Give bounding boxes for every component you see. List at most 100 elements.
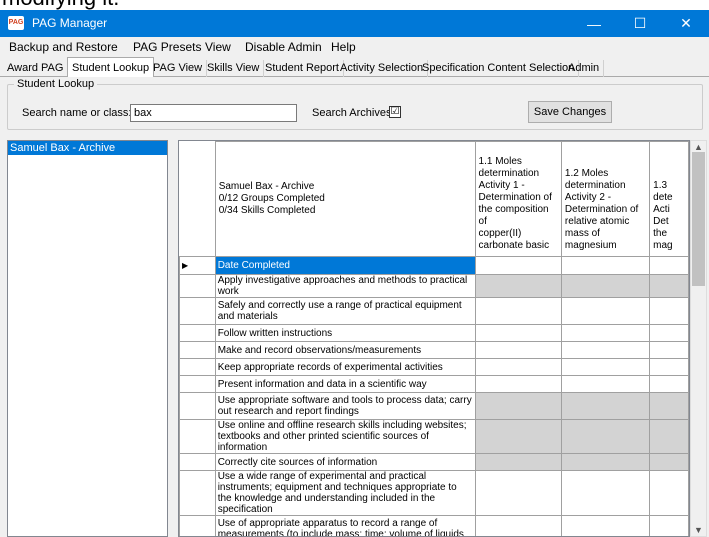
menu-bar: Backup and Restore PAG Presets View Disa… bbox=[0, 37, 709, 57]
grid-cell[interactable] bbox=[474, 470, 562, 516]
grid-cell[interactable] bbox=[474, 341, 562, 359]
grid-cell[interactable] bbox=[560, 324, 651, 342]
tab-admin[interactable]: Admin bbox=[564, 60, 605, 77]
row-header bbox=[179, 375, 216, 393]
student-summary: Samuel Bax - Archive 0/12 Groups Complet… bbox=[218, 181, 325, 216]
row-header bbox=[179, 324, 216, 342]
tab-specification-content-selection[interactable]: Specification Content Selection bbox=[418, 60, 580, 77]
scroll-down-arrow-icon[interactable]: ▼ bbox=[694, 525, 703, 535]
grid-cell[interactable] bbox=[649, 470, 689, 516]
grid-cell[interactable] bbox=[649, 256, 689, 275]
row-header bbox=[179, 419, 216, 454]
tab-student-lookup[interactable]: Student Lookup bbox=[67, 57, 155, 78]
grid-cell bbox=[649, 419, 689, 454]
close-button[interactable]: ✕ bbox=[663, 10, 709, 37]
student-results-list[interactable] bbox=[7, 140, 168, 537]
grid-cell[interactable] bbox=[560, 375, 651, 393]
menu-view[interactable]: View bbox=[205, 40, 231, 54]
row-label[interactable]: Use a wide range of experimental and pra… bbox=[214, 470, 476, 516]
table-row[interactable]: Correctly cite sources of information bbox=[179, 453, 689, 471]
row-label[interactable]: Use appropriate software and tools to pr… bbox=[214, 392, 476, 420]
corner-header bbox=[179, 141, 216, 257]
menu-pag-presets[interactable]: PAG Presets bbox=[133, 40, 201, 54]
table-row[interactable]: Make and record observations/measurement… bbox=[179, 341, 689, 359]
tab-student-report[interactable]: Student Report bbox=[261, 60, 344, 77]
grid-cell[interactable] bbox=[474, 358, 562, 376]
table-row[interactable]: ▶ Date Completed bbox=[179, 256, 689, 275]
minimize-button[interactable]: — bbox=[571, 10, 617, 37]
menu-backup-restore[interactable]: Backup and Restore bbox=[9, 40, 118, 54]
grid-cell[interactable] bbox=[560, 341, 651, 359]
current-row-marker: ▶ bbox=[179, 256, 216, 275]
grid-cell[interactable] bbox=[649, 297, 689, 325]
tab-skills-view[interactable]: Skills View bbox=[203, 60, 265, 77]
tab-activity-selection[interactable]: Activity Selection bbox=[336, 60, 429, 77]
row-label[interactable]: Date Completed bbox=[214, 256, 476, 275]
row-label[interactable]: Make and record observations/measurement… bbox=[214, 341, 476, 359]
row-header bbox=[179, 515, 216, 536]
pag-grid[interactable]: Samuel Bax - Archive 0/12 Groups Complet… bbox=[178, 140, 690, 537]
row-label[interactable]: Follow written instructions bbox=[214, 324, 476, 342]
grid-cell[interactable] bbox=[560, 297, 651, 325]
grid-cell[interactable] bbox=[474, 256, 562, 275]
grid-cell[interactable] bbox=[649, 324, 689, 342]
table-row[interactable]: Present information and data in a scient… bbox=[179, 375, 689, 393]
column-header[interactable]: 1.3 dete Acti Det the mag bbox=[649, 141, 689, 257]
list-item[interactable]: Samuel Bax - Archive bbox=[8, 141, 167, 155]
table-row[interactable]: Use online and offline research skills i… bbox=[179, 419, 689, 454]
grid-cell[interactable] bbox=[560, 470, 651, 516]
row-header bbox=[179, 274, 216, 298]
menu-disable-admin[interactable]: Disable Admin bbox=[245, 40, 322, 54]
table-row[interactable]: Apply investigative approaches and metho… bbox=[179, 274, 689, 298]
tab-award-pag[interactable]: Award PAG bbox=[3, 60, 69, 77]
row-label[interactable]: Present information and data in a scient… bbox=[214, 375, 476, 393]
scrollbar-thumb[interactable] bbox=[692, 152, 705, 286]
grid-table: Samuel Bax - Archive 0/12 Groups Complet… bbox=[179, 141, 689, 536]
row-header bbox=[179, 297, 216, 325]
grid-cell[interactable] bbox=[560, 256, 651, 275]
grid-cell[interactable] bbox=[649, 515, 689, 536]
grid-cell[interactable] bbox=[649, 358, 689, 376]
student-header: Samuel Bax - Archive 0/12 Groups Complet… bbox=[214, 141, 476, 257]
maximize-button[interactable]: ☐ bbox=[617, 10, 663, 37]
grid-cell[interactable] bbox=[474, 297, 562, 325]
menu-help[interactable]: Help bbox=[331, 40, 356, 54]
column-header[interactable]: 1.2 Moles determination Activity 2 - Det… bbox=[560, 141, 651, 257]
table-row[interactable]: Use appropriate software and tools to pr… bbox=[179, 392, 689, 420]
column-header[interactable]: 1.1 Moles determination Activity 1 - Det… bbox=[474, 141, 562, 257]
search-input[interactable] bbox=[130, 104, 297, 122]
save-changes-button[interactable]: Save Changes bbox=[528, 101, 612, 123]
grid-cell[interactable] bbox=[474, 515, 562, 536]
grid-cell bbox=[474, 392, 562, 420]
grid-cell bbox=[474, 453, 562, 471]
scroll-up-arrow-icon[interactable]: ▲ bbox=[694, 142, 703, 152]
row-label[interactable]: Use of appropriate apparatus to record a… bbox=[214, 515, 476, 536]
grid-cell[interactable] bbox=[474, 324, 562, 342]
table-row[interactable]: Use of appropriate apparatus to record a… bbox=[179, 515, 689, 536]
grid-cell[interactable] bbox=[560, 358, 651, 376]
row-label[interactable]: Safely and correctly use a range of prac… bbox=[214, 297, 476, 325]
grid-cell[interactable] bbox=[474, 375, 562, 393]
search-archives-label: Search Archives bbox=[312, 107, 392, 119]
row-label[interactable]: Use online and offline research skills i… bbox=[214, 419, 476, 454]
table-row[interactable]: Safely and correctly use a range of prac… bbox=[179, 297, 689, 325]
grid-cell bbox=[560, 453, 651, 471]
column-header-text: 1.2 Moles determination Activity 2 - Det… bbox=[564, 168, 639, 251]
grid-cell bbox=[649, 453, 689, 471]
grid-cell bbox=[560, 419, 651, 454]
row-label[interactable]: Apply investigative approaches and metho… bbox=[214, 274, 476, 298]
search-archives-checkbox[interactable]: ☑ bbox=[389, 106, 401, 118]
title-bar: PAG PAG Manager — ☐ ✕ bbox=[0, 10, 709, 37]
grid-cell[interactable] bbox=[560, 515, 651, 536]
grid-cell[interactable] bbox=[649, 375, 689, 393]
window-title: PAG Manager bbox=[32, 16, 108, 30]
grid-cell bbox=[560, 392, 651, 420]
row-label[interactable]: Correctly cite sources of information bbox=[214, 453, 476, 471]
table-row[interactable]: Use a wide range of experimental and pra… bbox=[179, 470, 689, 516]
column-header-text: 1.3 dete Acti Det the mag bbox=[653, 180, 673, 251]
table-row[interactable]: Keep appropriate records of experimental… bbox=[179, 358, 689, 376]
grid-cell[interactable] bbox=[649, 341, 689, 359]
row-label[interactable]: Keep appropriate records of experimental… bbox=[214, 358, 476, 376]
tab-pag-view[interactable]: PAG View bbox=[149, 60, 208, 77]
table-row[interactable]: Follow written instructions bbox=[179, 324, 689, 342]
